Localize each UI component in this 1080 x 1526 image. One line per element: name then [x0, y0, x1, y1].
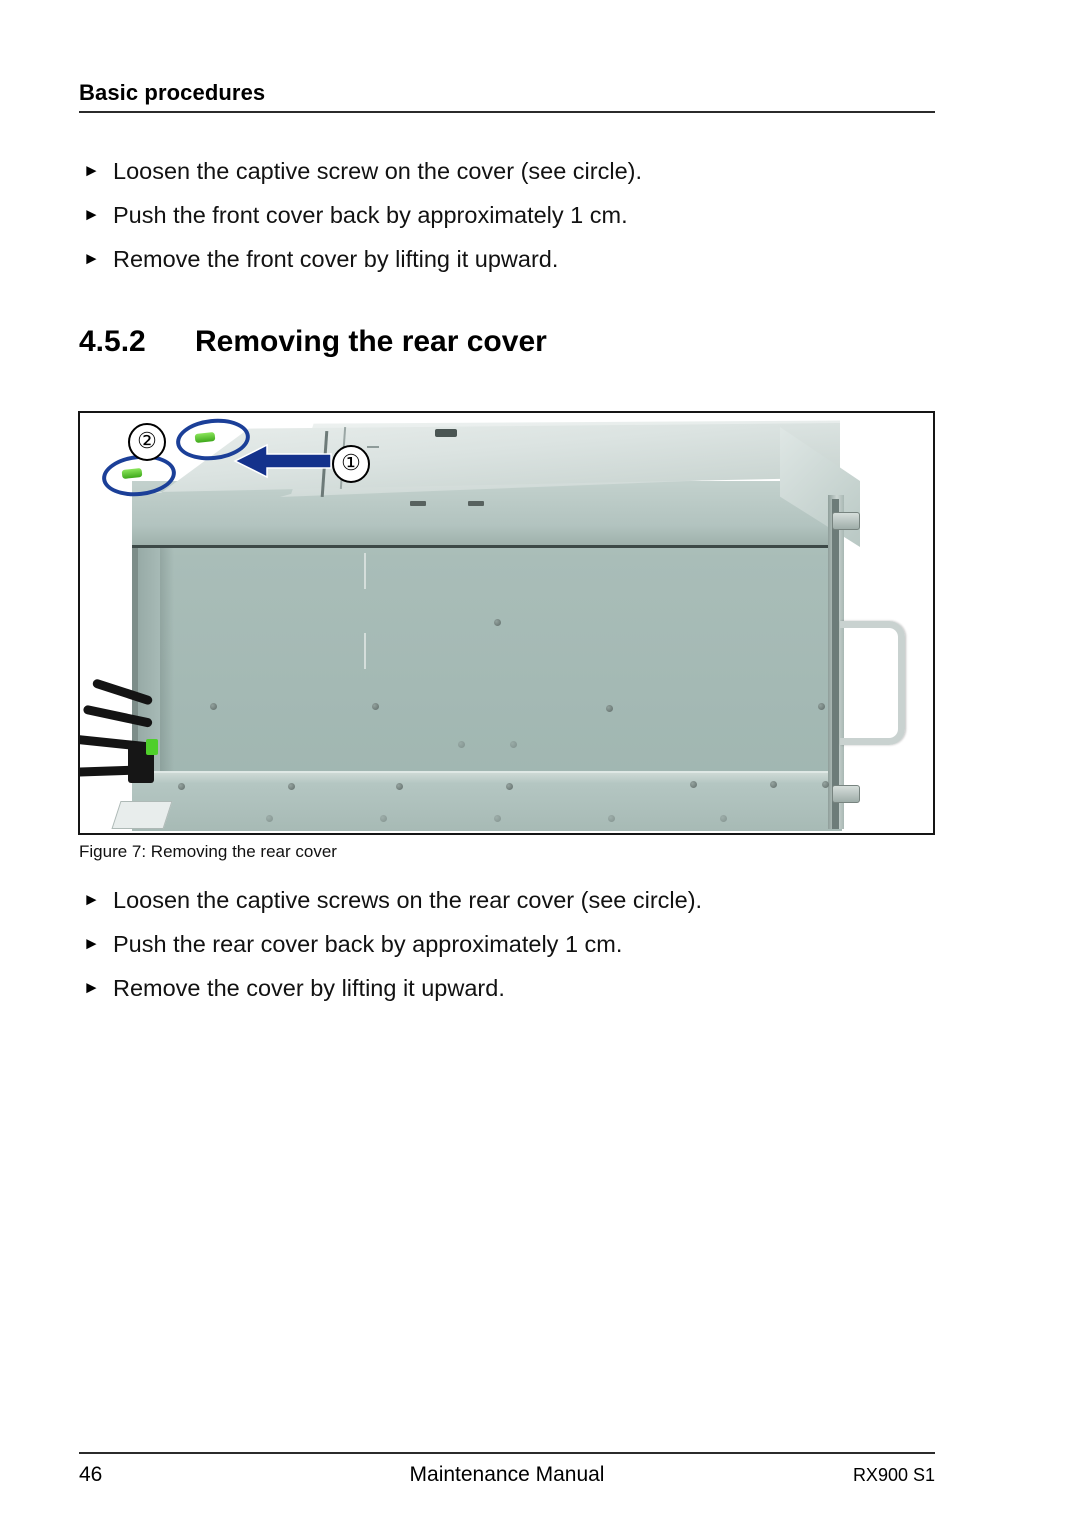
screw [506, 783, 513, 790]
chassis-handle [840, 621, 905, 745]
screw [380, 815, 387, 822]
list-item-label: Push the rear cover back by approximatel… [113, 931, 623, 957]
panel-seam [364, 633, 366, 669]
triangle-bullet-icon: ► [83, 205, 100, 224]
rear-cover-steps-list: ► Loosen the captive screws on the rear … [79, 885, 959, 1017]
server-chassis-photo: ② ① [80, 413, 933, 833]
chassis-body-shading [160, 545, 174, 771]
panel-seam [364, 553, 366, 589]
screw [720, 815, 727, 822]
chassis-left-edge-shadow [132, 545, 138, 771]
triangle-bullet-icon: ► [83, 249, 100, 268]
screw [494, 815, 501, 822]
list-item-label: Push the front cover back by approximate… [113, 202, 628, 228]
triangle-bullet-icon: ► [83, 978, 100, 997]
footer-document-title: Maintenance Manual [409, 1463, 605, 1486]
screw [606, 705, 613, 712]
thumbscrew [832, 512, 860, 530]
screw [822, 781, 829, 788]
screw [458, 741, 465, 748]
footer-divider [79, 1452, 935, 1454]
lid-notch [410, 501, 426, 506]
screw [288, 783, 295, 790]
running-header-title: Basic procedures [79, 80, 266, 105]
screw [372, 703, 379, 710]
header-divider [79, 111, 935, 113]
triangle-bullet-icon: ► [83, 890, 100, 909]
lid-marking [367, 446, 379, 448]
screw [494, 619, 501, 626]
triangle-bullet-icon: ► [83, 161, 100, 180]
list-item-label: Remove the front cover by lifting it upw… [113, 246, 559, 272]
screw [770, 781, 777, 788]
screw [510, 741, 517, 748]
lid-latch-tab [435, 429, 457, 437]
list-item-label: Loosen the captive screw on the cover (s… [113, 158, 643, 184]
screw [266, 815, 273, 822]
chassis-right-edge [832, 499, 839, 829]
figure-frame: ② ① [78, 411, 935, 835]
triangle-bullet-icon: ► [83, 934, 100, 953]
document-page: Basic procedures ► Loosen the captive sc… [0, 0, 1080, 1526]
lid-notch [468, 501, 484, 506]
thumbscrew [832, 785, 860, 803]
list-item-label: Remove the cover by lifting it upward. [113, 975, 505, 1001]
screw [690, 781, 697, 788]
list-item: ► Push the front cover back by approxima… [79, 200, 959, 244]
chassis-top-rail [132, 481, 842, 548]
list-item: ► Push the rear cover back by approximat… [79, 929, 959, 973]
callout-number-2: ② [128, 423, 166, 461]
screw [210, 703, 217, 710]
green-latch [146, 739, 158, 755]
screw [178, 783, 185, 790]
list-item: ► Loosen the captive screws on the rear … [79, 885, 959, 929]
screw [818, 703, 825, 710]
list-item-label: Loosen the captive screws on the rear co… [113, 887, 703, 913]
section-heading: 4.5.2 Removing the rear cover [79, 325, 547, 359]
screw [396, 783, 403, 790]
figure-caption: Figure 7: Removing the rear cover [79, 842, 337, 861]
list-item: ► Loosen the captive screw on the cover … [79, 156, 959, 200]
section-title: Removing the rear cover [195, 325, 547, 358]
list-item: ► Remove the cover by lifting it upward. [79, 973, 959, 1017]
direction-arrow-icon [233, 443, 333, 479]
callout-number-1: ① [332, 445, 370, 483]
front-cover-steps-list: ► Loosen the captive screw on the cover … [79, 156, 959, 288]
list-item: ► Remove the front cover by lifting it u… [79, 244, 959, 288]
screw [608, 815, 615, 822]
footer-product-name: RX900 S1 [852, 1465, 935, 1485]
page-footer: 46 Maintenance Manual RX900 S1 [79, 1463, 935, 1493]
chassis-bottom-rail [132, 771, 842, 831]
section-number: 4.5.2 [79, 325, 146, 358]
chassis-foot-plate [111, 801, 173, 829]
